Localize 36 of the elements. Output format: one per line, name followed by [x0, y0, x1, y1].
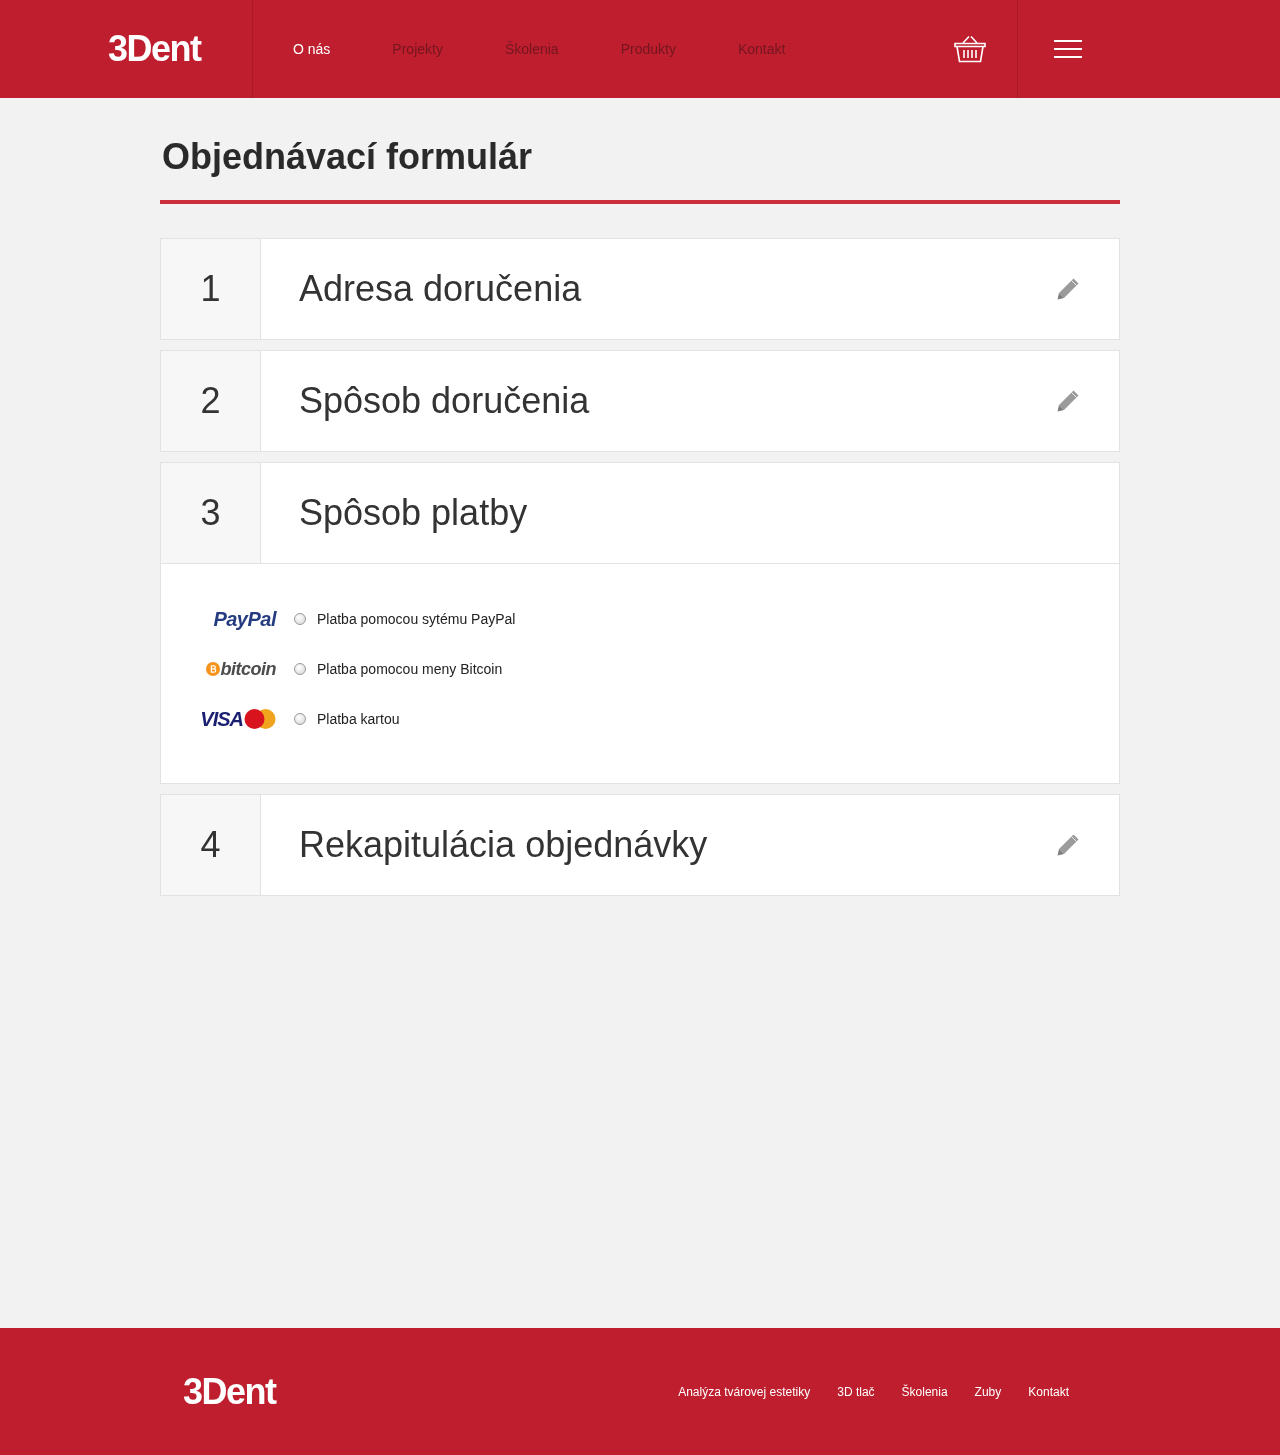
radio-button[interactable]	[294, 663, 306, 675]
nav-link[interactable]: O nás	[293, 38, 331, 60]
bitcoin-logo: bitcoin	[220, 660, 276, 678]
edit-button[interactable]	[1056, 389, 1080, 413]
payment-option-label[interactable]: Platba kartou	[317, 708, 400, 730]
payment-option-label[interactable]: Platba pomocou sytému PayPal	[317, 608, 516, 630]
step-number: 4	[161, 795, 261, 895]
pencil-icon	[1056, 277, 1080, 301]
footer-link[interactable]: Školenia	[901, 1382, 948, 1401]
paypal-logo: PayPal	[213, 609, 276, 629]
basket-icon[interactable]	[954, 35, 986, 63]
brand-logo[interactable]: 3Dent	[108, 31, 201, 67]
step-title: Adresa doručenia	[299, 267, 582, 311]
step-number: 1	[161, 239, 261, 339]
visa-logo: VISA	[200, 709, 243, 729]
footer-link[interactable]: 3D tlač	[837, 1382, 875, 1401]
edit-button[interactable]	[1056, 833, 1080, 857]
brand-logo[interactable]: 3Dent	[183, 1373, 276, 1410]
step-title: Spôsob platby	[299, 491, 528, 535]
footer-link[interactable]: Zuby	[974, 1382, 1002, 1401]
step-number: 2	[161, 351, 261, 451]
radio-button[interactable]	[294, 713, 306, 725]
coin-icon	[205, 662, 220, 676]
card-circles-icon	[244, 709, 276, 729]
radio-button[interactable]	[294, 613, 306, 625]
pencil-icon	[1056, 389, 1080, 413]
pencil-icon	[1056, 833, 1080, 857]
step-number: 3	[161, 463, 261, 563]
menu-icon[interactable]	[1054, 40, 1082, 58]
footer-link[interactable]: Kontakt	[1028, 1382, 1069, 1401]
step-title: Spôsob doručenia	[299, 379, 590, 423]
edit-button[interactable]	[1056, 277, 1080, 301]
page-title: Objednávací formulár	[161, 136, 534, 178]
footer-link[interactable]: Analýza tvárovej estetiky	[678, 1382, 811, 1401]
step-title: Rekapitulácia objednávky	[299, 823, 708, 867]
payment-option-label[interactable]: Platba pomocou meny Bitcoin	[317, 658, 503, 680]
